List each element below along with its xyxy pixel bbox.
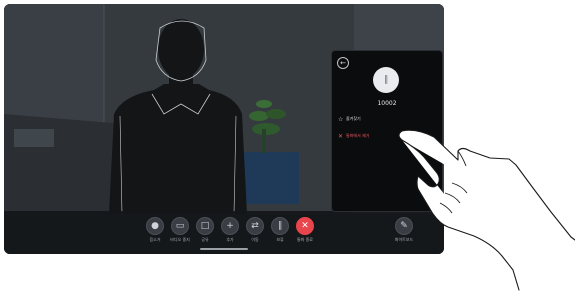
home-indicator [200, 248, 248, 250]
end-call-button[interactable]: ✕ 통화 종료 [290, 217, 320, 243]
call-toolbar: ● 음소거 ▭ 비디오 중지 □ 공유 + 추가 ⇄ 이동 ∥ 보류 ✕ 통화 … [4, 211, 444, 254]
remove-label: 통화에서 제거 [346, 133, 370, 138]
remove-from-call-menu-item[interactable]: ✕ 통화에서 제거 [338, 131, 438, 141]
pencil-icon: ✎ [395, 217, 413, 235]
avatar: ∥ [373, 67, 399, 93]
end-call-icon: ✕ [296, 217, 314, 235]
back-arrow-icon: ← [340, 59, 346, 67]
plus-icon: + [221, 217, 239, 235]
favorite-menu-item[interactable]: ☆ 즐겨찾기 [338, 114, 438, 124]
favorite-label: 즐겨찾기 [346, 116, 361, 121]
back-button[interactable]: ← [337, 57, 349, 69]
participant-panel: ← ∥ 10002 ☆ 즐겨찾기 ✕ 통화에서 제거 [331, 50, 443, 212]
close-icon: ✕ [338, 132, 344, 140]
share-screen-icon: □ [196, 217, 214, 235]
transfer-icon: ⇄ [246, 217, 264, 235]
whiteboard-button[interactable]: ✎ 화이트보드 [389, 217, 419, 243]
pause-icon: ∥ [383, 75, 389, 85]
microphone-icon: ● [146, 217, 164, 235]
hold-icon: ∥ [271, 217, 289, 235]
video-call-screen: ● 음소거 ▭ 비디오 중지 □ 공유 + 추가 ⇄ 이동 ∥ 보류 ✕ 통화 … [4, 4, 444, 254]
caller-number: 10002 [377, 100, 397, 107]
star-icon: ☆ [338, 115, 344, 123]
video-camera-icon: ▭ [171, 217, 189, 235]
